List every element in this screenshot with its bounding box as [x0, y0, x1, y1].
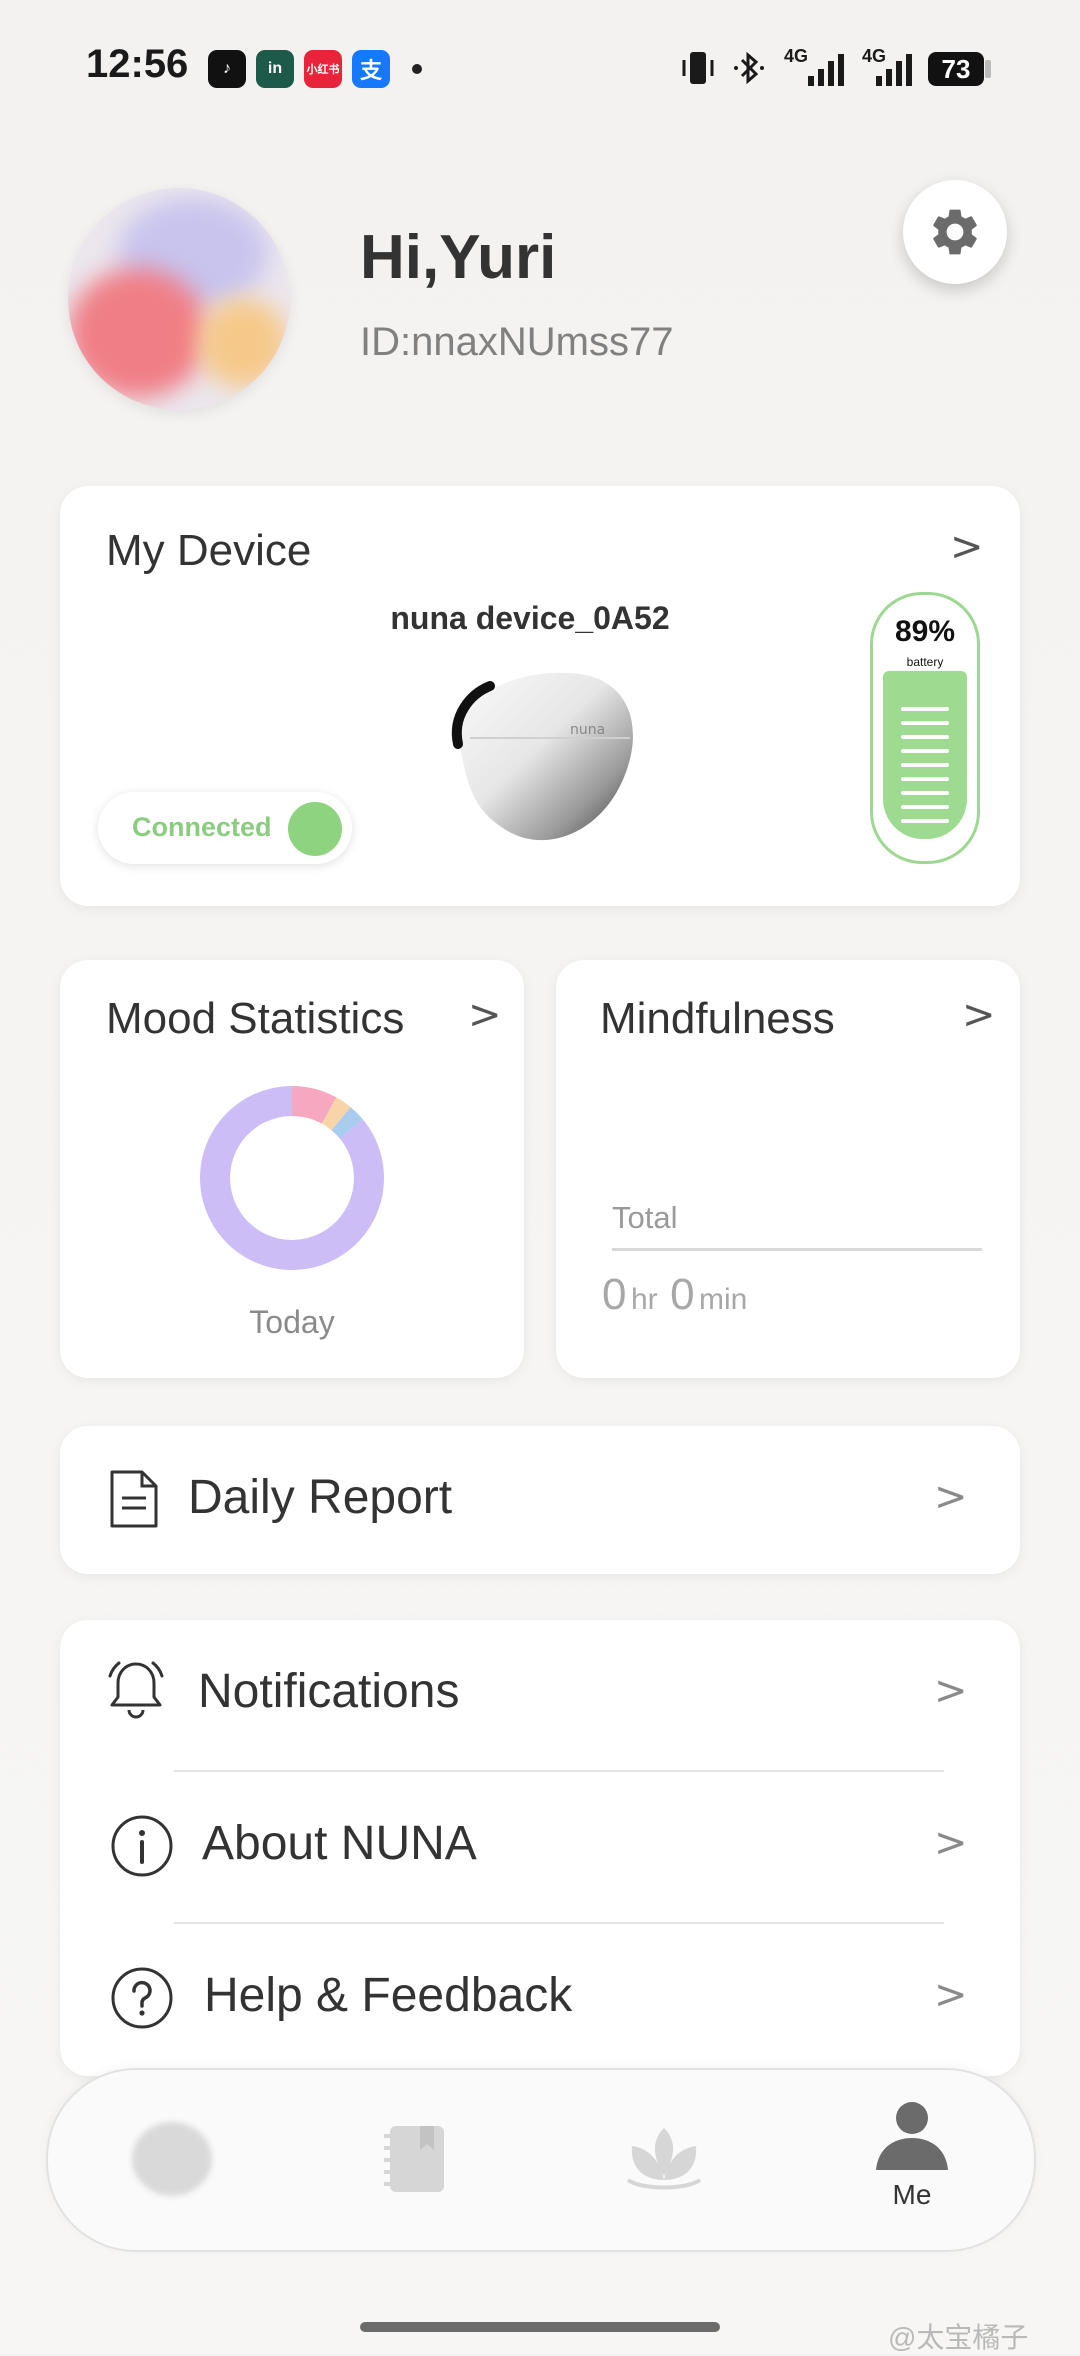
chevron-right-icon[interactable]: > — [934, 1668, 968, 1714]
home-indicator[interactable] — [360, 2322, 720, 2332]
my-device-title: My Device — [106, 526, 312, 575]
notification-dot — [412, 64, 422, 74]
nav-me-label: Me — [892, 2179, 932, 2210]
total-divider — [612, 1248, 982, 1251]
settings-button[interactable] — [903, 180, 1007, 284]
battery-fill — [883, 671, 967, 839]
minutes-unit: min — [699, 1283, 748, 1316]
avatar[interactable] — [68, 188, 290, 410]
mindfulness-total-value: 0 hr 0 min — [602, 1270, 747, 1320]
user-id: ID:nnaxNUmss77 — [360, 320, 674, 364]
menu-item-about[interactable]: About NUNA > — [60, 1772, 1020, 1922]
total-label: Total — [612, 1200, 678, 1235]
hours-unit: hr — [630, 1283, 658, 1316]
gear-icon — [933, 209, 977, 255]
mood-period-label: Today — [249, 1304, 335, 1340]
tiktok-icon: ♪ — [208, 50, 246, 88]
device-image: nuna — [430, 656, 650, 861]
signal-icon-1 — [800, 52, 848, 93]
menu-item-label: Notifications — [198, 1665, 460, 1718]
menu-item-label: Help & Feedback — [204, 1969, 573, 2022]
bluetooth-icon — [730, 48, 770, 93]
minutes-value: 0 — [670, 1270, 695, 1319]
settings-menu-card: Notifications > About NUNA > Help & Feed… — [60, 1620, 1020, 2076]
connection-status: Connected — [132, 812, 272, 842]
nav-me-tab[interactable]: Me — [870, 2098, 954, 2211]
person-icon — [876, 2102, 948, 2170]
chevron-right-icon[interactable]: > — [934, 1972, 968, 2018]
menu-item-label: About NUNA — [202, 1817, 477, 1870]
bottom-nav: Me — [46, 2068, 1036, 2252]
mood-statistics-card[interactable]: Mood Statistics > Today — [60, 960, 524, 1378]
vibrate-icon — [680, 48, 716, 93]
mindfulness-title: Mindfulness — [600, 994, 835, 1043]
status-time: 12:56 — [86, 42, 189, 86]
nav-lotus-icon[interactable] — [622, 2122, 706, 2201]
battery-nub — [985, 60, 991, 78]
device-brand-label: nuna — [570, 722, 605, 738]
hours-value: 0 — [602, 1270, 627, 1319]
bell-icon — [106, 1658, 166, 1729]
daily-report-row[interactable]: Daily Report > — [60, 1426, 1020, 1574]
help-icon — [110, 1966, 174, 2035]
battery-label: battery — [906, 655, 944, 669]
watermark: @太宝橘子 — [888, 2322, 1029, 2353]
chevron-right-icon[interactable]: > — [962, 992, 996, 1038]
daily-report-label: Daily Report — [188, 1471, 453, 1524]
menu-item-notifications[interactable]: Notifications > — [60, 1620, 1020, 1770]
mindfulness-card[interactable]: Mindfulness > Total 0 hr 0 min — [556, 960, 1020, 1378]
device-battery-widget: 89% battery — [870, 592, 980, 864]
alipay-icon: 支 — [352, 50, 390, 88]
chevron-right-icon[interactable]: > — [468, 992, 502, 1038]
greeting: Hi,Yuri — [360, 223, 557, 292]
xiaohongshu-icon: 小红书 — [304, 50, 342, 88]
linkedin-style-icon: in — [256, 50, 294, 88]
connection-toggle[interactable]: Connected — [98, 792, 352, 864]
my-device-card[interactable]: My Device > nuna device_0A52 nuna Connec… — [60, 486, 1020, 906]
nav-home-blob-icon[interactable] — [132, 2122, 212, 2196]
chevron-right-icon[interactable]: > — [934, 1474, 968, 1520]
chevron-right-icon[interactable]: > — [934, 1820, 968, 1866]
mood-statistics-title: Mood Statistics — [106, 994, 405, 1043]
mood-donut-chart — [200, 1086, 384, 1270]
chevron-right-icon[interactable]: > — [950, 524, 984, 570]
document-icon — [108, 1468, 160, 1535]
connected-dot — [288, 802, 342, 856]
battery-percent: 89% — [894, 615, 956, 648]
battery-indicator: 73 — [928, 52, 984, 86]
menu-item-help[interactable]: Help & Feedback > — [60, 1924, 1020, 2074]
nav-journal-icon[interactable] — [380, 2122, 450, 2201]
signal-icon-2 — [868, 52, 916, 93]
info-icon — [110, 1814, 174, 1883]
